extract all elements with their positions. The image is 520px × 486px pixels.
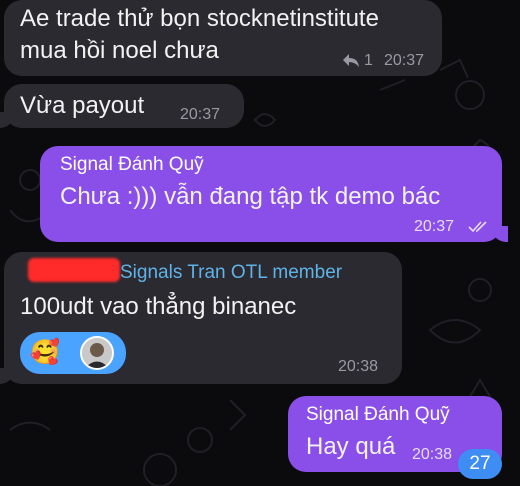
reply-arrow-icon [343,54,359,67]
message-text-line1: Ae trade thử bọn stocknetinstitute [20,5,379,32]
reaction-pill[interactable]: 🥰 [20,332,126,374]
smiling-face-with-hearts-icon: 🥰 [30,339,60,366]
sender-name: Signals Tran OTL member [120,262,343,283]
message-text-line2: mua hồi noel chưa [20,37,219,64]
double-check-icon [468,221,487,233]
sender-name: Signal Đánh Quỹ [60,154,204,175]
unread-count-badge[interactable]: 27 [458,449,502,479]
message-bubble-incoming[interactable]: Ae trade thử bọn stocknetinstitute mua h… [4,0,442,76]
message-text: 100udt vao thẳng binanec [20,293,297,320]
message-time: 20:37 [384,52,425,69]
message-time: 20:37 [180,106,221,123]
sender-name: Signal Đánh Quỹ [306,404,450,425]
redacted-sender-name [28,258,120,282]
message-text: Vừa payout [20,92,145,119]
message-time: 20:38 [338,358,379,375]
message-text: Chưa :))) vẫn đang tập tk demo bác [60,183,441,210]
user-avatar[interactable] [80,336,114,370]
message-time: 20:38 [412,446,453,463]
message-text: Hay quá [306,433,396,460]
reply-count: 1 [364,52,373,69]
message-time: 20:37 [414,218,455,235]
message-bubble-incoming[interactable]: Signals Tran OTL member 100udt vao thẳng… [0,252,402,384]
message-bubble-incoming[interactable]: Vừa payout 20:37 [0,84,244,128]
message-bubble-outgoing[interactable]: Signal Đánh Quỹ Chưa :))) vẫn đang tập t… [40,146,508,242]
